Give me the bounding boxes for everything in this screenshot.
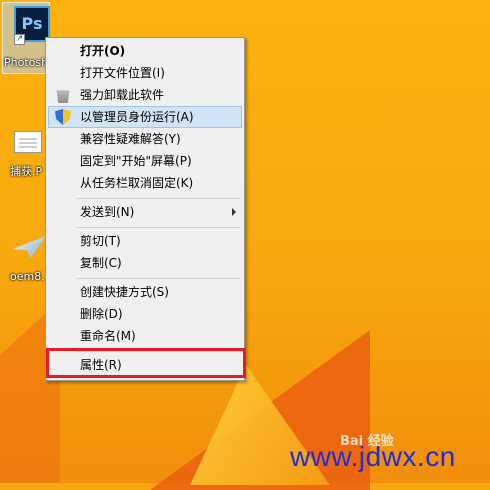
menu-item-label: 剪切(T) xyxy=(80,234,121,248)
menu-separator xyxy=(76,198,240,199)
menu-item-open-file-location[interactable]: 打开文件位置(I) xyxy=(48,62,242,84)
shield-icon xyxy=(55,109,71,125)
menu-item-label: 打开(O) xyxy=(80,44,126,58)
menu-item-rename[interactable]: 重命名(M) xyxy=(48,325,242,347)
desktop-icon-label: Photosh xyxy=(4,56,49,69)
document-icon xyxy=(14,131,42,153)
menu-separator xyxy=(76,227,240,228)
menu-item-label: 重命名(M) xyxy=(80,329,136,343)
menu-item-label: 创建快捷方式(S) xyxy=(80,285,169,299)
menu-item-label: 删除(D) xyxy=(80,307,123,321)
desktop-icon-label: oem8. xyxy=(10,270,45,283)
menu-item-delete[interactable]: 删除(D) xyxy=(48,303,242,325)
submenu-arrow-icon xyxy=(232,208,236,216)
menu-item-copy[interactable]: 复制(C) xyxy=(48,252,242,274)
desktop-icon-label: 捕获.P xyxy=(10,165,43,178)
menu-item-cut[interactable]: 剪切(T) xyxy=(48,230,242,252)
menu-separator xyxy=(76,278,240,279)
menu-item-label: 以管理员身份运行(A) xyxy=(80,110,194,124)
shortcut-arrow-icon: ↗ xyxy=(14,34,25,45)
watermark-url: www.jdwx.cn xyxy=(290,441,456,472)
menu-item-create-shortcut[interactable]: 创建快捷方式(S) xyxy=(48,281,242,303)
menu-item-pin-to-start[interactable]: 固定到"开始"屏幕(P) xyxy=(48,150,242,172)
menu-item-open[interactable]: 打开(O) xyxy=(48,40,242,62)
menu-item-label: 兼容性疑难解答(Y) xyxy=(80,132,181,146)
menu-item-label: 从任务栏取消固定(K) xyxy=(80,176,194,190)
menu-item-compatibility-troubleshoot[interactable]: 兼容性疑难解答(Y) xyxy=(48,128,242,150)
context-menu: 打开(O) 打开文件位置(I) 强力卸载此软件 以管理员身份运行(A) 兼容性疑… xyxy=(45,37,245,381)
menu-item-unpin-taskbar[interactable]: 从任务栏取消固定(K) xyxy=(48,172,242,194)
menu-item-send-to[interactable]: 发送到(N) xyxy=(48,201,242,223)
menu-item-label: 发送到(N) xyxy=(80,205,135,219)
trash-icon xyxy=(56,90,70,103)
annotation-highlight-box xyxy=(46,348,246,378)
menu-item-label: 打开文件位置(I) xyxy=(80,66,165,80)
menu-item-label: 固定到"开始"屏幕(P) xyxy=(80,154,192,168)
menu-item-label: 强力卸载此软件 xyxy=(80,88,165,102)
menu-item-label: 复制(C) xyxy=(80,256,122,270)
menu-item-force-uninstall[interactable]: 强力卸载此软件 xyxy=(48,84,242,106)
menu-item-run-as-admin[interactable]: 以管理员身份运行(A) xyxy=(48,106,242,128)
